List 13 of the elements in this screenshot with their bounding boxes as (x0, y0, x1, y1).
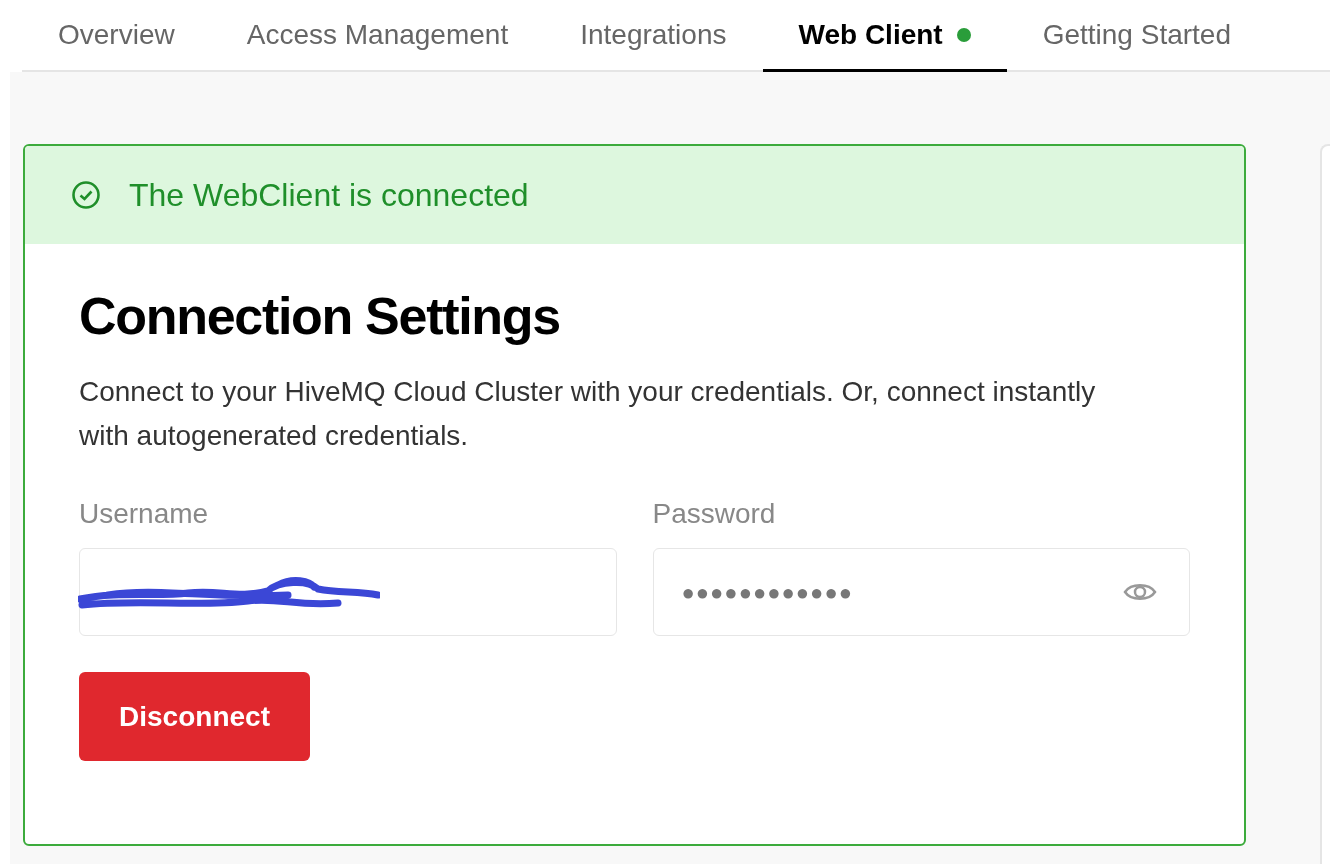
tab[interactable]: Overview (22, 0, 211, 72)
tab[interactable]: Getting Started (1006, 0, 1267, 72)
tab[interactable]: Integrations (544, 0, 763, 72)
check-circle-icon (71, 180, 101, 210)
disconnect-button[interactable]: Disconnect (79, 672, 310, 761)
tab[interactable]: Access Management (210, 0, 545, 72)
description-text: Connect to your HiveMQ Cloud Cluster with your credentials. Or, connect instantly with autogenerated credentials. (79, 375, 1097, 453)
status-message: The WebClient is connected (129, 176, 529, 215)
field-label: Username (79, 497, 210, 531)
section-title: Connection Settings (79, 286, 561, 347)
password-field[interactable]: ●●●●●●●●●●●● (652, 548, 1190, 636)
field-label: Password (652, 497, 777, 531)
username-field[interactable] (79, 548, 617, 636)
